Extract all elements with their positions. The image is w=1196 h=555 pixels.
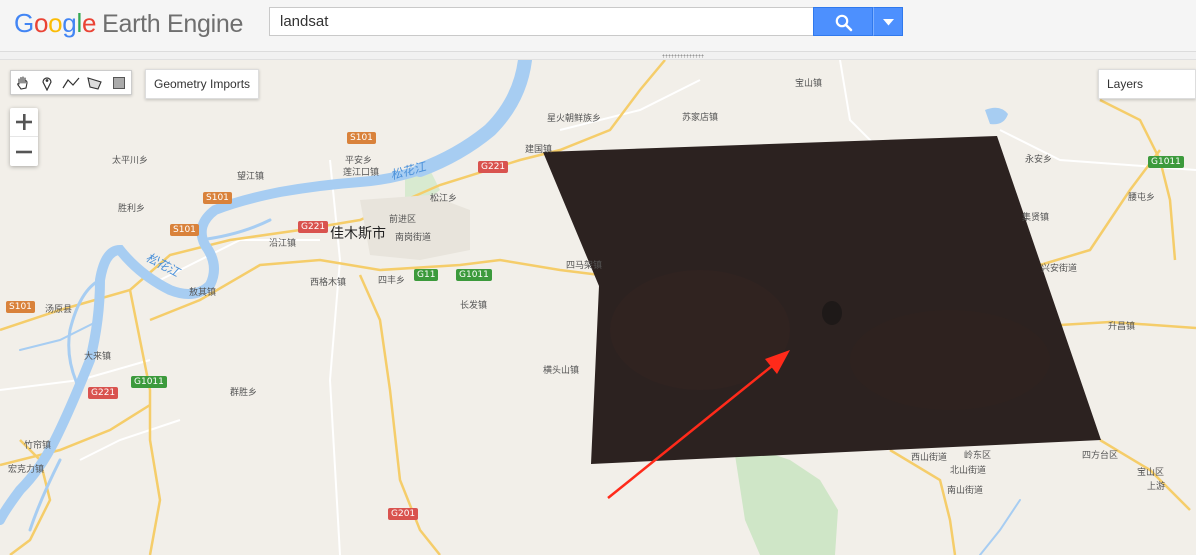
place-label: 上游 [1147,482,1166,492]
road-shield: G221 [88,387,119,399]
google-wordmark: Google [14,8,97,38]
search-icon [835,14,853,32]
polyline-icon [62,77,80,88]
place-label: 沿江镇 [269,239,297,249]
search-options-button[interactable] [873,7,903,36]
place-label: 苏家店镇 [682,113,719,123]
road-shield: S101 [203,192,232,204]
place-label: 横头山镇 [543,366,580,376]
rectangle-tool-button[interactable] [107,71,131,94]
hand-tool-button[interactable] [11,71,35,94]
place-label: 群胜乡 [230,388,258,398]
place-label: 西山街道 [911,453,948,463]
hand-icon [17,75,28,90]
place-label: 岭东区 [964,451,992,461]
place-label: 松江乡 [430,194,458,204]
place-label: 腰屯乡 [1128,193,1156,203]
road-shield: G11 [414,269,439,281]
line-tool-button[interactable] [59,71,83,94]
place-label: 北山街道 [950,466,987,476]
place-label: 莲江口镇 [343,168,380,178]
place-label: 永安乡 [1025,155,1053,165]
minus-icon [16,150,32,153]
place-label: 前进区 [389,215,417,225]
road-shield: S101 [347,132,376,144]
place-label: 长发镇 [460,301,488,311]
place-label: 胜利乡 [118,204,146,214]
plus-icon [16,114,32,130]
splitter-grip-handle[interactable] [662,54,704,58]
road-shield: G221 [478,161,509,173]
geometry-toolbar [10,70,132,95]
place-label: 宝山区 [1137,468,1165,478]
place-label: 望江镇 [237,172,265,182]
place-label: 太平川乡 [112,156,149,166]
zoom-out-button[interactable] [10,137,38,166]
place-label: 升昌镇 [1108,322,1136,332]
place-label: 西格木镇 [310,278,347,288]
place-label: 竹帘镇 [24,441,52,451]
road-shield: G1011 [131,376,167,388]
road-shield: G1011 [456,269,492,281]
search-button[interactable] [813,7,873,36]
layers-button[interactable]: Layers [1098,69,1196,99]
polygon-icon [87,76,102,90]
road-shield: S101 [170,224,199,236]
caret-down-icon [883,19,894,26]
place-label: 四方台区 [1082,451,1119,461]
place-label: 四马架镇 [566,261,603,271]
polygon-tool-button[interactable] [83,71,107,94]
point-tool-button[interactable] [35,71,59,94]
place-label: 兴安街道 [1041,264,1078,274]
place-label: 敖其镇 [189,288,217,298]
road-shield: S101 [6,301,35,313]
app-header: Google Earth Engine [0,0,1196,52]
place-label: 南岗街道 [395,233,432,243]
google-earth-engine-logo[interactable]: Google Earth Engine [14,8,243,39]
search-input[interactable] [269,7,814,36]
road-shield: G221 [298,221,329,233]
place-label: 大来镇 [84,352,112,362]
place-label: 南山街道 [947,486,984,496]
place-label: 建国镇 [525,145,553,155]
geometry-imports-button[interactable]: Geometry Imports [145,69,260,99]
place-label: 宏克力镇 [8,465,45,475]
place-label: 集贤镇 [1022,213,1050,223]
place-label: 四丰乡 [378,276,406,286]
panel-splitter[interactable] [0,52,1196,60]
zoom-control [10,108,38,166]
place-label: 星火朝鲜族乡 [547,114,602,124]
place-label: 汤原县 [45,305,73,315]
zoom-in-button[interactable] [10,108,38,137]
map-canvas[interactable]: 宝山镇 星火朝鲜族乡 苏家店镇 建国镇 太平川乡 平安乡 莲江口镇 望江镇 松江… [0,60,1196,555]
rectangle-icon [113,76,125,89]
base-map [0,60,1196,555]
road-shield: G1011 [1148,156,1184,168]
product-name: Earth Engine [102,10,244,38]
point-marker-icon [42,76,52,91]
place-label: 宝山镇 [795,79,823,89]
city-label: 佳木斯市 [330,226,386,242]
road-shield: G201 [388,508,419,520]
